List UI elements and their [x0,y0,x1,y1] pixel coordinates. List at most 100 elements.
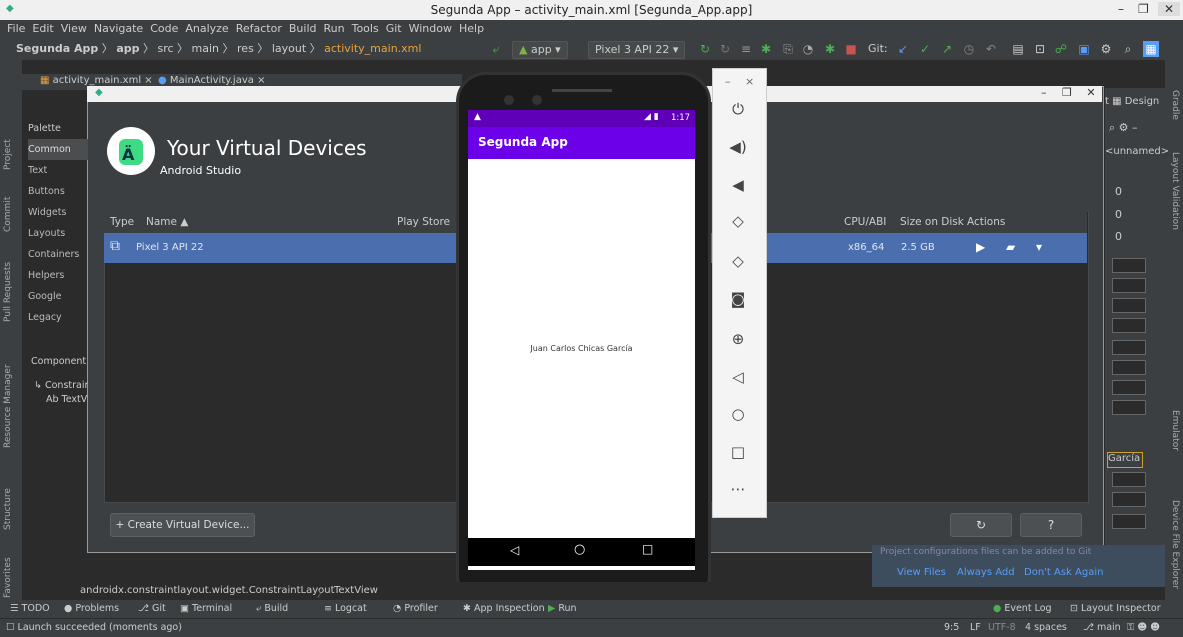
layout-validation-tool-tab[interactable]: Layout Validation [1170,152,1180,230]
sdk-manager-icon[interactable]: ⊡ [1032,41,1048,57]
screenshot-icon[interactable]: ◙ [716,290,760,308]
volume-down-icon[interactable]: ◀ [716,176,760,194]
crumb-main[interactable]: main [192,42,219,55]
col-size[interactable]: Size on Disk [900,216,964,228]
search-icon[interactable]: ⌕ [1120,41,1136,57]
debug-icon[interactable]: ✱ [758,41,774,57]
col-type[interactable]: Type [110,216,134,228]
back-nav-icon[interactable]: ◁ [510,543,519,557]
structure-tool-tab[interactable]: Structure [3,488,13,530]
menu-tools[interactable]: Tools [352,22,379,35]
col-name[interactable]: Name ▲ [146,216,188,228]
help-button[interactable]: ? [1020,513,1082,537]
attr-field[interactable] [1112,472,1146,487]
home-nav-icon[interactable]: ○ [574,542,585,557]
layout-inspector-tab[interactable]: ⊡ Layout Inspector [1070,603,1161,614]
volume-up-icon[interactable]: ◀) [716,138,760,156]
tree-item-constraintlayout[interactable]: ↳ ConstraintLayout [34,380,88,391]
lock-icon[interactable]: ⚿ ☻ ☻ [1127,622,1160,633]
create-virtual-device-button[interactable]: + Create Virtual Device... [110,513,255,537]
emu-close-icon[interactable]: × [745,75,754,88]
close-icon[interactable]: ✕ [1158,2,1180,16]
coverage-icon[interactable]: ≡ [738,41,754,57]
crumb-layout[interactable]: layout [272,42,306,55]
encoding[interactable]: UTF-8 [988,622,1016,633]
folder-icon[interactable]: ▰ [1006,240,1015,254]
device-file-explorer-tool-tab[interactable]: Device File Explorer [1170,500,1180,589]
app-inspection-tab[interactable]: ✱ App Inspection [463,603,545,614]
history-icon[interactable]: ◷ [961,41,977,57]
device-dropdown[interactable]: Pixel 3 API 22 ▾ [588,41,686,59]
crumb-file[interactable]: activity_main.xml [324,42,421,55]
recents-nav-icon[interactable]: □ [642,542,653,556]
pull-requests-tool-tab[interactable]: Pull Requests [3,262,13,322]
attach-icon[interactable]: ⎘ [780,41,796,57]
attr-field[interactable] [1112,278,1146,293]
attr-field[interactable] [1112,400,1146,415]
dont-ask-again-link[interactable]: Don't Ask Again [1024,567,1103,578]
gradle-tool-tab[interactable]: Gradle [1170,90,1180,120]
emulator-tool-tab[interactable]: Emulator [1170,410,1180,451]
palette-item-containers[interactable]: Containers [28,244,88,265]
tab-main-activity[interactable]: ● MainActivity.java × [158,75,265,86]
dialog-maximize-icon[interactable]: ❐ [1062,86,1072,99]
crumb-res[interactable]: res [237,42,254,55]
attr-field[interactable] [1112,380,1146,395]
col-actions[interactable]: Actions [967,216,1005,228]
menu-run[interactable]: Run [324,22,345,35]
attributes-search-icon[interactable]: ⌕ ⚙ – [1109,121,1138,135]
palette-item-helpers[interactable]: Helpers [28,265,88,286]
favorites-tool-tab[interactable]: Favorites [3,557,13,598]
home-icon[interactable]: ○ [716,405,760,423]
apply-changes-icon[interactable]: ↻ [697,41,713,57]
logcat-tab[interactable]: ≡ Logcat [324,603,367,614]
project-structure-icon[interactable]: ▤ [1010,41,1026,57]
design-view-button[interactable]: t ▦ Design [1105,96,1159,107]
stop-icon[interactable]: ■ [843,41,859,57]
profiler-tab[interactable]: ◔ Profiler [393,603,438,614]
palette-item-legacy[interactable]: Legacy [28,307,88,328]
dialog-minimize-icon[interactable]: – [1041,86,1047,99]
todo-tab[interactable]: ☰ TODO [10,603,50,614]
avd-manager-icon[interactable]: ☍ [1053,41,1069,57]
profile-icon[interactable]: ◔ [800,41,816,57]
crumb-app[interactable]: app [116,42,139,55]
maximize-icon[interactable]: ❐ [1138,2,1149,16]
run-config-dropdown[interactable]: ▲ app ▾ [512,41,568,59]
commit-tool-tab[interactable]: Commit [3,197,13,232]
power-icon[interactable]: ⏻ [716,100,760,118]
line-separator[interactable]: LF [970,622,981,633]
menu-file[interactable]: File [7,22,25,35]
attr-field[interactable] [1112,492,1146,507]
menu-help[interactable]: Help [459,22,484,35]
tab-activity-main[interactable]: ▦ activity_main.xml × [40,75,153,86]
menu-edit[interactable]: Edit [32,22,53,35]
menu-navigate[interactable]: Navigate [94,22,143,35]
palette-item-buttons[interactable]: Buttons [28,181,88,202]
crumb-constraintlayout[interactable]: androidx.constraintlayout.widget.Constra… [80,585,335,596]
attr-field[interactable] [1112,258,1146,273]
palette-item-text[interactable]: Text [28,160,88,181]
event-log-tab[interactable]: ● Event Log [993,603,1052,614]
attr-field[interactable] [1112,318,1146,333]
col-play-store[interactable]: Play Store [397,216,450,228]
palette-item-widgets[interactable]: Widgets [28,202,88,223]
menu-window[interactable]: Window [409,22,452,35]
menu-code[interactable]: Code [150,22,178,35]
git-update-icon[interactable]: ↙ [895,41,911,57]
crumb-textview[interactable]: TextView [334,585,378,596]
back-icon[interactable]: ◁ [716,368,760,386]
view-files-link[interactable]: View Files [897,567,946,578]
palette-item-layouts[interactable]: Layouts [28,223,88,244]
menu-build[interactable]: Build [289,22,317,35]
bug-icon[interactable]: ✱ [822,41,838,57]
menu-analyze[interactable]: Analyze [185,22,228,35]
indent-setting[interactable]: 4 spaces [1025,622,1067,633]
text-attribute-field[interactable]: García [1107,452,1143,468]
rotate-left-icon[interactable]: ◇ [716,212,760,230]
git-push-icon[interactable]: ↗ [939,41,955,57]
attr-dropdown[interactable] [1112,514,1146,529]
crumb-src[interactable]: src [157,42,173,55]
run-tab[interactable]: ▶ Run [548,603,577,614]
cursor-position[interactable]: 9:5 [944,622,959,633]
